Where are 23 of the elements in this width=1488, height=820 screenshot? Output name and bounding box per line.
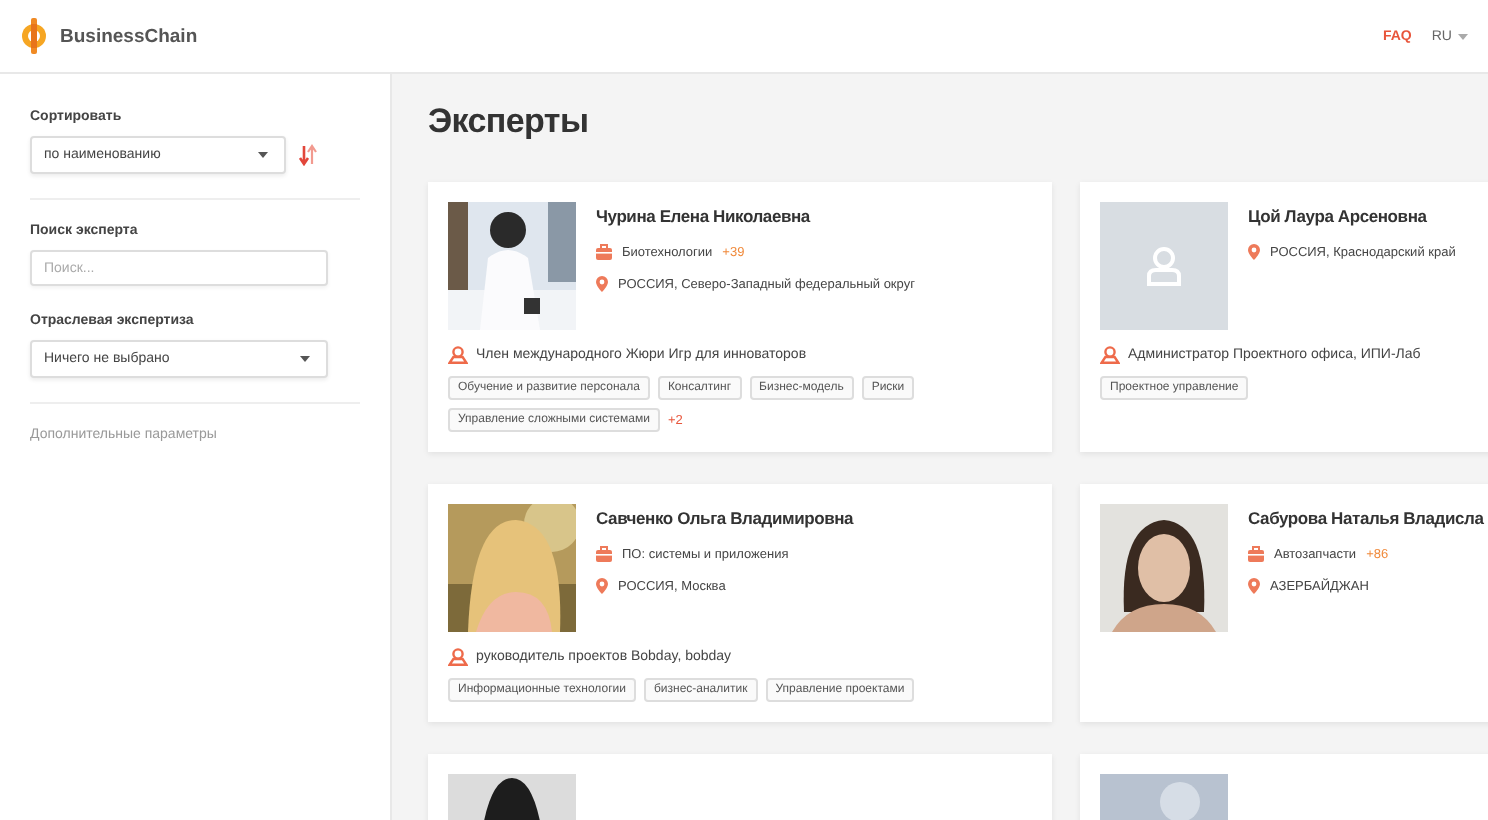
caret-icon xyxy=(1458,33,1468,39)
sort-icon[interactable] xyxy=(298,144,318,166)
caret-icon xyxy=(300,356,310,362)
briefcase-icon xyxy=(1248,546,1264,562)
location-pin-icon xyxy=(1248,244,1260,260)
brand-name[interactable]: BusinessChain xyxy=(60,25,198,47)
user-icon xyxy=(448,346,468,364)
user-icon xyxy=(448,648,468,666)
expert-name[interactable]: Сабурова Наталья Владисла xyxy=(1248,508,1484,528)
user-icon xyxy=(1146,246,1182,286)
logo-icon xyxy=(20,18,48,54)
page-title: Эксперты xyxy=(428,102,591,142)
expert-card[interactable] xyxy=(428,182,1052,452)
caret-icon xyxy=(258,152,268,158)
user-icon xyxy=(1100,346,1120,364)
location-pin-icon xyxy=(596,276,608,292)
expert-name[interactable]: Савченко Ольга Владимировна xyxy=(596,508,854,528)
expert-name[interactable]: Цой Лаура Арсеновна xyxy=(1248,206,1456,226)
location-pin-icon xyxy=(596,578,608,594)
location-pin-icon xyxy=(1248,578,1260,594)
expert-name[interactable]: Чурина Елена Николаевна xyxy=(596,206,915,226)
briefcase-icon xyxy=(596,244,612,260)
briefcase-icon xyxy=(596,546,612,562)
